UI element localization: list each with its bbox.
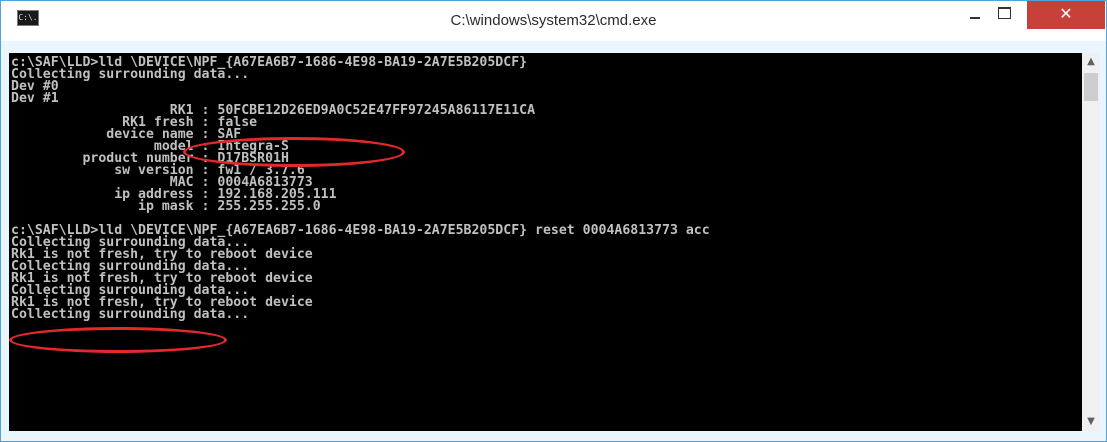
vertical-scrollbar[interactable]: ▲ ▼	[1082, 53, 1100, 431]
scroll-up-arrow-icon[interactable]: ▲	[1082, 53, 1100, 71]
scroll-down-arrow-icon[interactable]: ▼	[1082, 413, 1100, 431]
scroll-thumb[interactable]	[1084, 73, 1098, 101]
maximize-icon	[998, 7, 1011, 19]
console-line: ip mask : 255.255.255.0	[11, 199, 321, 214]
maximize-button[interactable]	[990, 1, 1018, 29]
console-output: c:\SAF\LLD>lld \DEVICE\NPF_{A67EA6B7-168…	[9, 53, 1082, 321]
console-line: Collecting surrounding data...	[11, 307, 250, 322]
console-line: Dev #0	[11, 79, 59, 94]
minimize-button[interactable]	[961, 1, 989, 29]
close-button[interactable]: ✕	[1027, 1, 1105, 29]
minimize-icon	[970, 17, 980, 19]
console-area[interactable]: c:\SAF\LLD>lld \DEVICE\NPF_{A67EA6B7-168…	[9, 53, 1082, 431]
title-bar[interactable]: C:\. C:\windows\system32\cmd.exe ✕	[1, 1, 1106, 41]
console-line: Collecting surrounding data...	[11, 67, 250, 82]
window-title: C:\windows\system32\cmd.exe	[450, 12, 657, 29]
cmd-window: C:\. C:\windows\system32\cmd.exe ✕ c:\SA…	[0, 0, 1107, 442]
